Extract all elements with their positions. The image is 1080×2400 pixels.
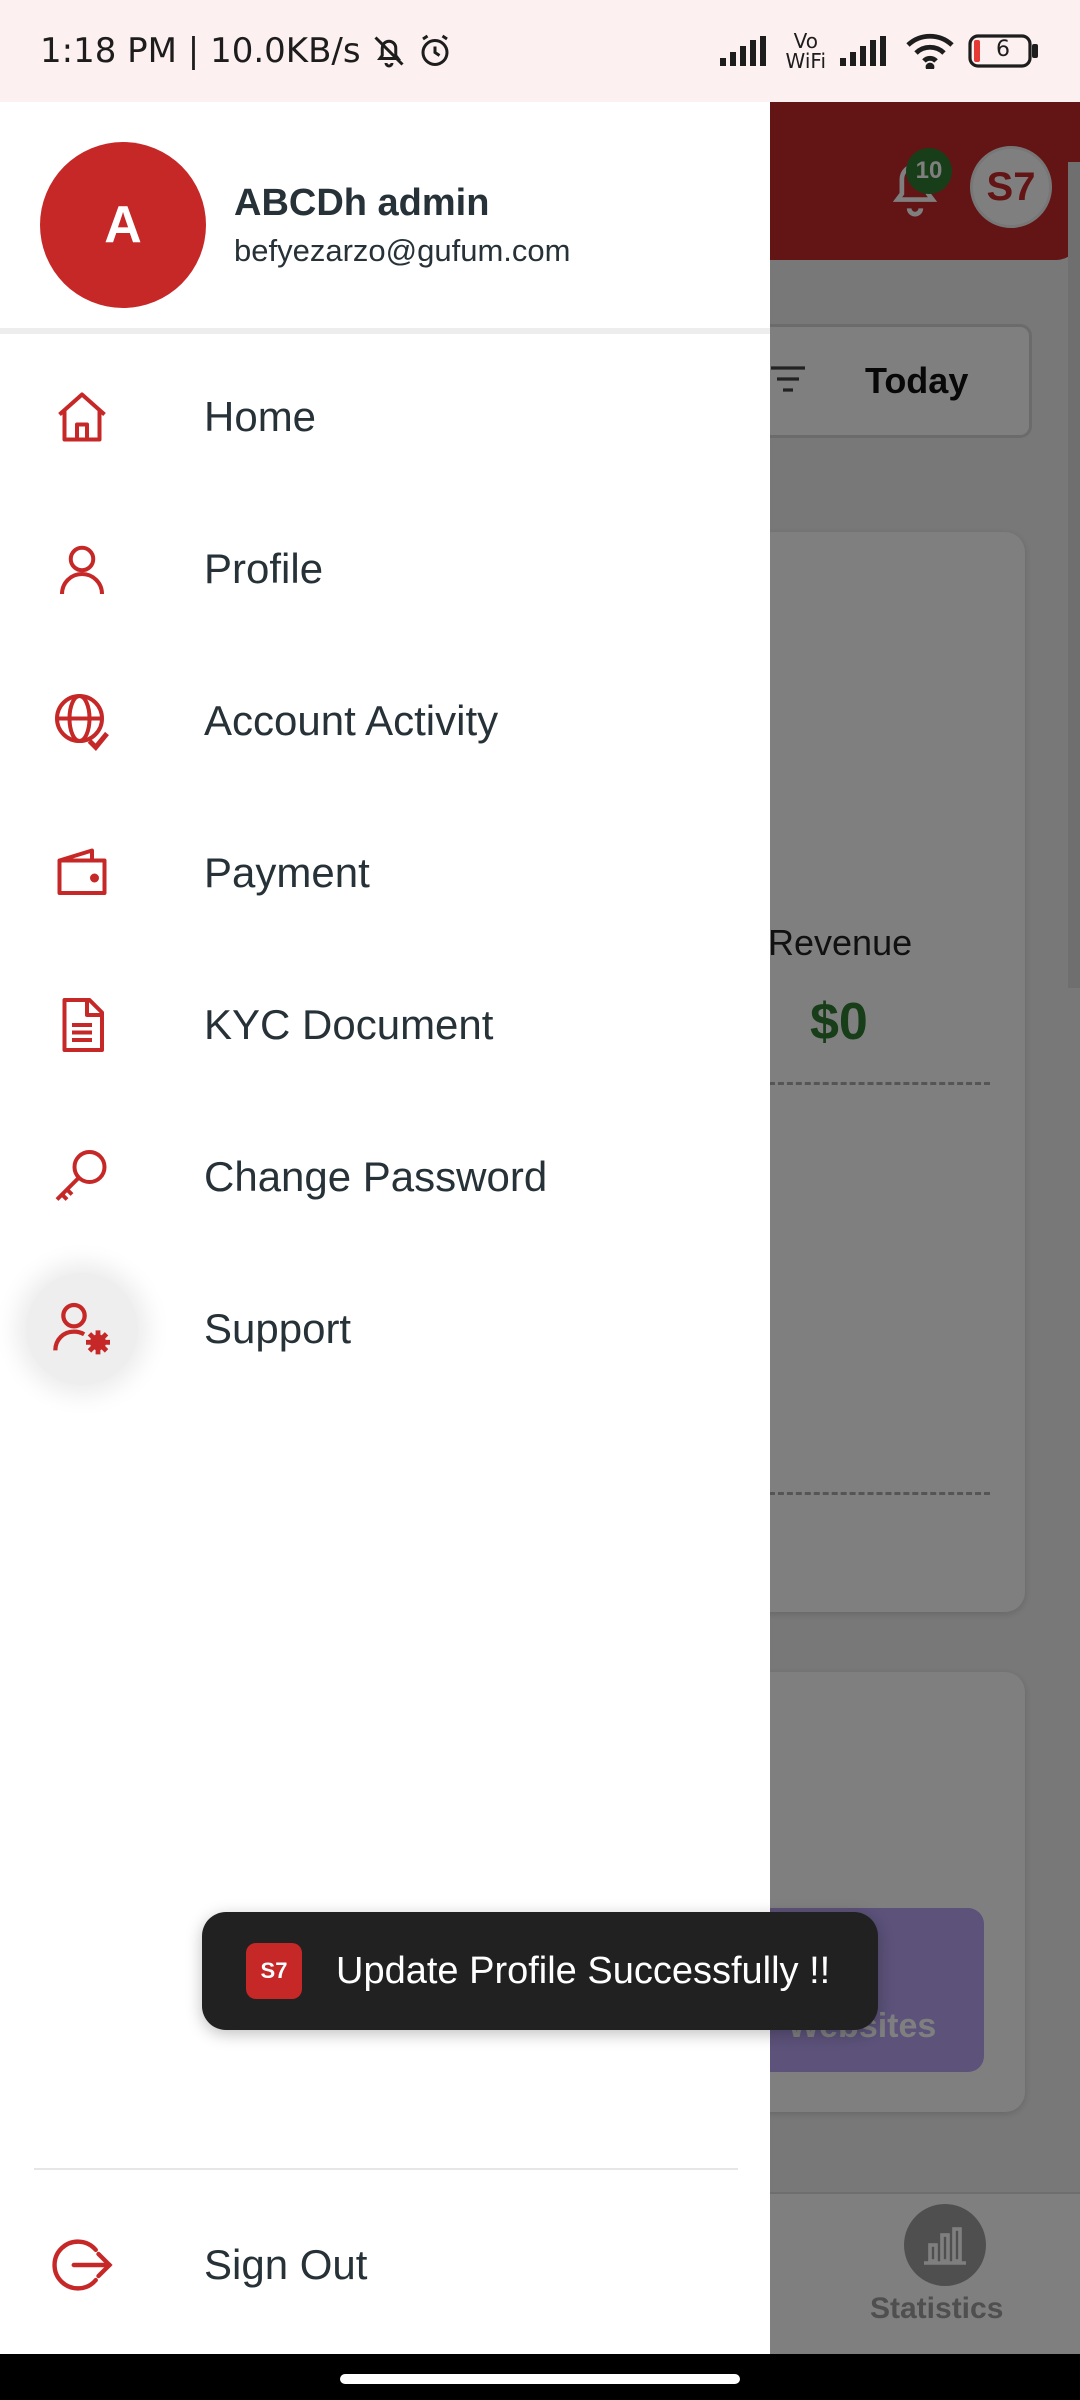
sign-out-button[interactable]: Sign Out bbox=[0, 2190, 770, 2340]
battery-icon: 6 bbox=[968, 34, 1040, 68]
divider bbox=[34, 2168, 738, 2170]
bell-off-icon bbox=[371, 33, 407, 69]
scrollbar bbox=[1068, 162, 1080, 988]
status-time: 1:18 PM | 10.0KB/s bbox=[40, 31, 361, 71]
avatar[interactable]: A bbox=[40, 142, 206, 308]
menu-label-home: Home bbox=[204, 393, 317, 440]
toast: S7 Update Profile Successfully !! bbox=[202, 1912, 878, 2030]
signal-icon bbox=[719, 36, 772, 66]
drawer-header: A ABCDh admin befyezarzo@gufum.com bbox=[0, 102, 770, 334]
user-icon bbox=[46, 533, 118, 605]
menu-item-home[interactable]: Home bbox=[0, 342, 770, 492]
user-gear-icon bbox=[26, 1273, 138, 1385]
sign-out-label: Sign Out bbox=[204, 2241, 368, 2288]
menu-item-account-activity[interactable]: Account Activity bbox=[0, 646, 770, 796]
battery-level: 6 bbox=[996, 37, 1010, 62]
toast-message: Update Profile Successfully !! bbox=[336, 1949, 831, 1992]
home-gesture-handle[interactable] bbox=[340, 2374, 740, 2384]
menu-item-payment[interactable]: Payment bbox=[0, 798, 770, 948]
menu-label-payment: Payment bbox=[204, 849, 370, 896]
sign-out-icon bbox=[46, 2229, 118, 2301]
key-icon bbox=[46, 1141, 118, 1213]
alarm-icon bbox=[417, 33, 453, 69]
signal-icon-2 bbox=[840, 36, 892, 66]
wallet-icon bbox=[46, 837, 118, 909]
user-name: ABCDh admin bbox=[234, 182, 490, 224]
menu-item-profile[interactable]: Profile bbox=[0, 494, 770, 644]
menu-item-support[interactable]: Support bbox=[0, 1254, 770, 1404]
app-icon: S7 bbox=[246, 1943, 302, 1999]
gesture-nav-bar bbox=[0, 2354, 1080, 2400]
home-icon bbox=[46, 381, 118, 453]
globe-check-icon bbox=[46, 685, 118, 757]
menu-label-kyc-document: KYC Document bbox=[204, 1001, 494, 1048]
document-icon bbox=[46, 989, 118, 1061]
vowifi-label: Vo WiFi bbox=[785, 29, 827, 73]
status-bar: 1:18 PM | 10.0KB/s Vo WiFi 6 bbox=[0, 0, 1080, 102]
menu-label-support: Support bbox=[204, 1305, 352, 1352]
menu-label-profile: Profile bbox=[204, 545, 324, 592]
menu-item-change-password[interactable]: Change Password bbox=[0, 1102, 770, 1252]
menu-item-kyc-document[interactable]: KYC Document bbox=[0, 950, 770, 1100]
user-email: befyezarzo@gufum.com bbox=[234, 233, 571, 268]
wifi-icon bbox=[906, 33, 954, 69]
menu-label-change-password: Change Password bbox=[204, 1153, 548, 1200]
menu-label-account-activity: Account Activity bbox=[204, 697, 499, 744]
